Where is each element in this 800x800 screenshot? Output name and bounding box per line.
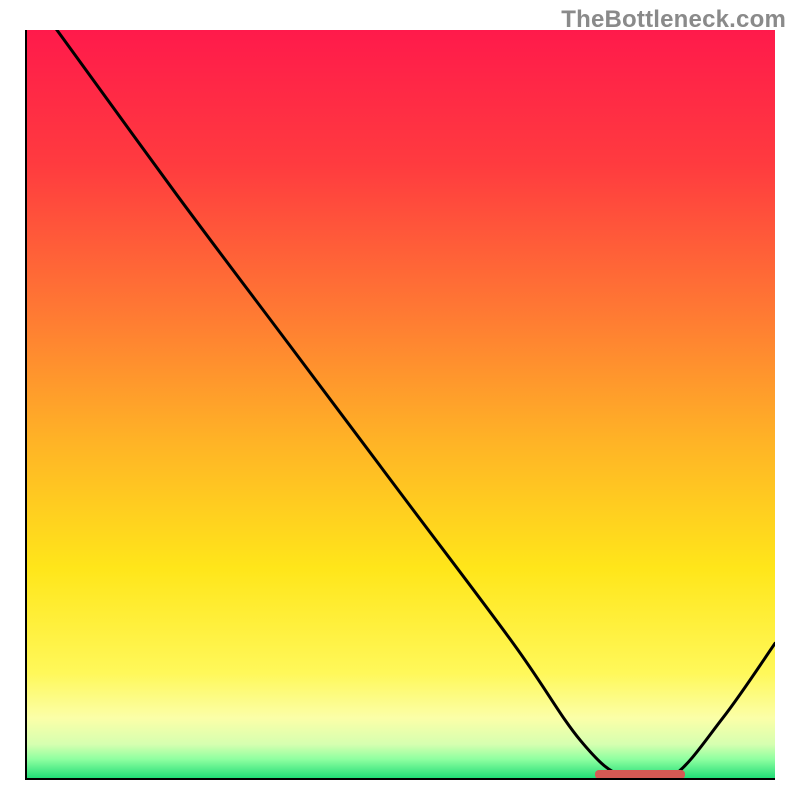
watermark-text: TheBottleneck.com bbox=[561, 6, 786, 34]
plot-area bbox=[25, 30, 775, 780]
bottleneck-curve bbox=[27, 30, 775, 778]
curve-line bbox=[27, 30, 775, 778]
chart-container: TheBottleneck.com bbox=[0, 0, 800, 800]
optimal-range-marker bbox=[595, 770, 685, 779]
